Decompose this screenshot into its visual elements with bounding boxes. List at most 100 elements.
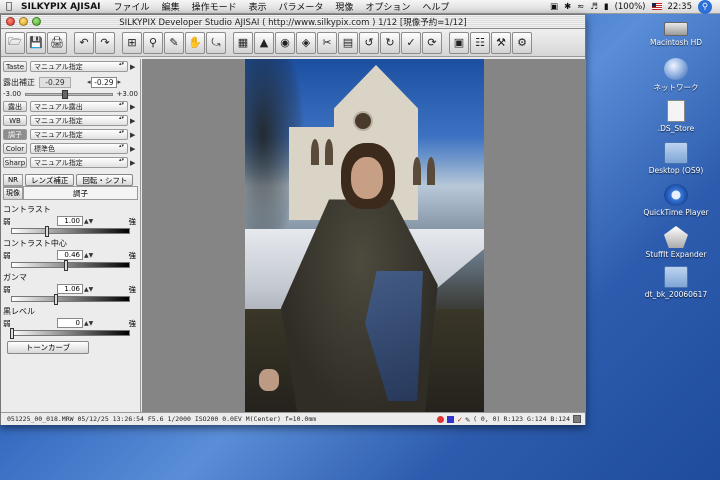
gamma-slider[interactable] [11,294,130,305]
minimize-window-button[interactable] [19,17,28,26]
sharp-select[interactable]: マニュアル指定 [30,157,128,168]
exposure-input[interactable]: -0.29 [90,76,117,88]
tone-curve-button[interactable]: トーンカーブ [7,341,89,354]
blue-marker-icon[interactable] [447,415,455,423]
zoom-window-button[interactable] [32,17,41,26]
develop-tab[interactable]: 現像 [3,187,23,200]
exposure-mode-select[interactable]: マニュアル露出 [30,101,128,112]
hand-icon[interactable]: ✋ [185,31,205,54]
tools-icon[interactable]: ⚒ [491,31,511,54]
wifi-icon[interactable]: ≈ [577,2,584,12]
menu-edit[interactable]: 編集 [156,0,186,13]
rotate-right-icon[interactable]: ↻ [380,31,400,54]
black-level-input[interactable]: 0 [57,318,83,328]
taste-arrow-icon[interactable]: ▶ [130,63,135,71]
param-label-wb[interactable]: WB [3,115,27,126]
color-select[interactable]: 標準色 [30,143,128,154]
sharp-arrow-icon[interactable]: ▶ [130,159,135,167]
spotlight-icon[interactable]: ⚲ [698,0,712,14]
save-icon[interactable]: 💾 [26,31,46,54]
gamma-spin-icon[interactable]: ▲▼ [84,286,93,293]
desktop-icon-network[interactable]: ネットワーク [636,58,716,93]
close-window-button[interactable] [6,17,15,26]
print-icon[interactable]: 🖨 [47,31,67,54]
desktop-icon-desktop-os9[interactable]: Desktop (OS9) [636,142,716,175]
red-marker-icon[interactable] [437,415,445,423]
refresh-icon[interactable]: ⟳ [422,31,442,54]
gamma-slider-knob[interactable] [54,294,59,305]
tone-icon[interactable]: ▦ [233,31,253,54]
taste-label[interactable]: Taste [3,61,27,72]
battery-icon[interactable]: ▮ [604,2,609,12]
batch-icon[interactable]: ☷ [470,31,490,54]
menu-view[interactable]: 表示 [243,0,273,13]
menubar-clock[interactable]: 22:35 [668,2,693,12]
rotate-icon[interactable]: ⤿ [206,31,226,54]
menu-options[interactable]: オプション [359,0,416,13]
cut-icon[interactable]: ✂ [317,31,337,54]
crop-icon[interactable]: ⊞ [122,31,142,54]
tone-select[interactable]: マニュアル指定 [30,129,128,140]
check-mark-icon[interactable]: ✓ [457,415,462,424]
contrast-input[interactable]: 1.00 [57,216,83,226]
preview-photo[interactable] [245,59,484,412]
eyedropper-icon[interactable]: ✎ [465,415,470,424]
black-level-spin-icon[interactable]: ▲▼ [84,320,93,327]
check-icon[interactable]: ✓ [401,31,421,54]
param-label-color[interactable]: Color [3,143,27,154]
lens-correction-button[interactable]: レンズ補正 [25,174,75,186]
contrast-slider[interactable] [11,226,130,237]
taste-select[interactable]: マニュアル指定 [30,61,128,72]
pen-icon[interactable]: ✎ [164,31,184,54]
desktop-icon-ds-store[interactable]: .DS_Store [636,100,716,133]
param-label-tone[interactable]: 調子 [3,129,27,140]
color-icon[interactable]: ◈ [296,31,316,54]
menu-mode[interactable]: 操作モード [186,0,243,13]
levels-icon[interactable]: ▤ [338,31,358,54]
exposure-stepper-right-icon[interactable]: ▸ [118,78,122,86]
param-label-sharp[interactable]: Sharp [3,157,27,168]
rotate-left-icon[interactable]: ↺ [359,31,379,54]
black-level-slider[interactable] [10,328,130,339]
apple-menu-icon[interactable]:  [0,1,18,12]
exposure-mode-arrow-icon[interactable]: ▶ [130,103,135,111]
nr-button[interactable]: NR [3,174,23,186]
exposure-slider[interactable] [25,89,113,99]
color-arrow-icon[interactable]: ▶ [130,145,135,153]
exposure-slider-knob[interactable] [61,89,68,99]
tone-arrow-icon[interactable]: ▶ [130,131,135,139]
settings-icon[interactable]: ⚙ [512,31,532,54]
contrast-center-input[interactable]: 0.46 [57,250,83,260]
develop-icon[interactable]: ▣ [449,31,469,54]
desktop-icon-quicktime[interactable]: QuickTime Player [636,184,716,217]
contrast-center-slider[interactable] [11,260,130,271]
undo-icon[interactable]: ↶ [74,31,94,54]
input-source-flag-icon[interactable] [651,3,662,10]
menu-file[interactable]: ファイル [108,0,156,13]
wb-select[interactable]: マニュアル指定 [30,115,128,126]
contrast-slider-knob[interactable] [45,226,50,237]
contrast-center-slider-knob[interactable] [63,260,68,271]
menu-help[interactable]: ヘルプ [416,0,455,13]
nr-icon[interactable]: ◉ [275,31,295,54]
contrast-center-spin-icon[interactable]: ▲▼ [84,252,93,259]
black-level-slider-knob[interactable] [10,328,14,339]
wb-arrow-icon[interactable]: ▶ [130,117,135,125]
redo-icon[interactable]: ↷ [95,31,115,54]
volume-icon[interactable]: ♬ [590,2,598,12]
gamma-input[interactable]: 1.06 [57,284,83,294]
desktop-icon-dt-bk[interactable]: dt_bk_20060617 [636,266,716,299]
desktop-icon-stuffit[interactable]: StuffIt Expander [636,226,716,259]
menu-parameter[interactable]: パラメータ [273,0,330,13]
app-menu[interactable]: SILKYPIX AJISAI [18,2,108,12]
preview-area[interactable] [142,59,586,412]
desktop-icon-macintosh-hd[interactable]: Macintosh HD [636,16,716,47]
display-icon[interactable]: ▣ [550,2,558,12]
rotate-shift-button[interactable]: 回転・シフト [76,174,134,186]
param-label-exposure[interactable]: 露出 [3,101,27,112]
zoom-icon[interactable]: ⚲ [143,31,163,54]
sharpen-icon[interactable]: ▲ [254,31,274,54]
window-titlebar[interactable]: SILKYPIX Developer Studio AJISAI ( http:… [1,15,585,29]
menu-develop[interactable]: 現像 [329,0,359,13]
bluetooth-icon[interactable]: ✱ [564,2,571,12]
